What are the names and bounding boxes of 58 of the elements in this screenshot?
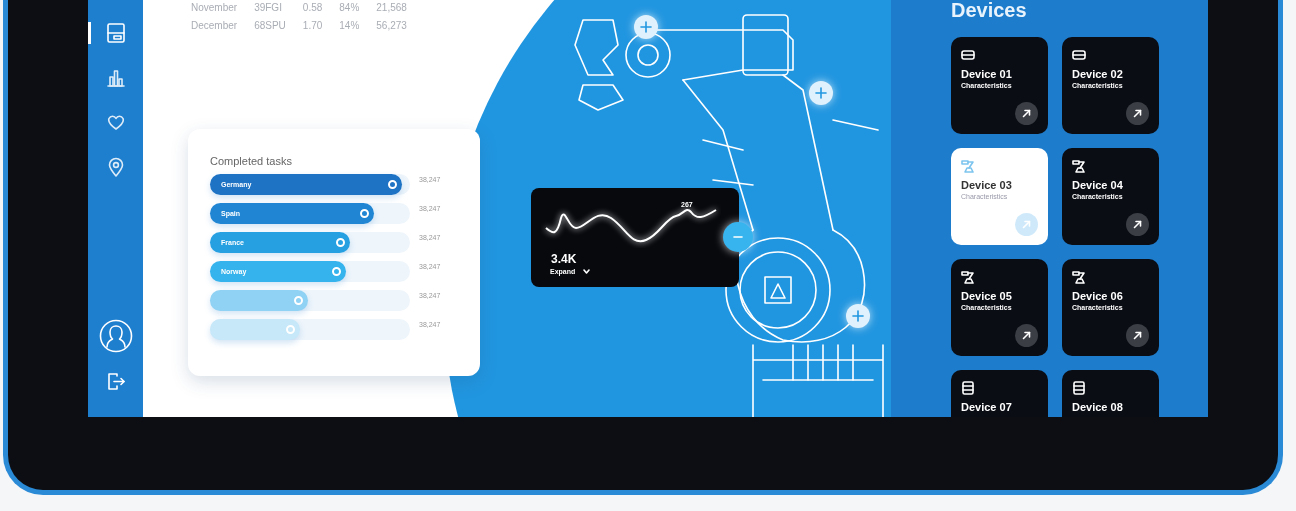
server-icon [961, 381, 975, 395]
device-name: Device 07 [961, 401, 1013, 413]
layout-icon [105, 22, 126, 44]
arrow-icon [1133, 109, 1142, 118]
table-cell-text: 1.70 [301, 19, 324, 33]
panel-title: Devices [951, 0, 1028, 20]
logout-icon [105, 371, 126, 391]
device-name: Device 04 [1072, 179, 1124, 191]
arrow-icon [1133, 331, 1142, 340]
chevron-down-icon [583, 269, 591, 274]
handle-icon[interactable] [294, 296, 303, 305]
arrow-icon [1022, 331, 1031, 340]
device-card[interactable]: Device 07 [951, 370, 1048, 417]
card-title: Completed tasks [210, 155, 293, 167]
table-cell-text: 14% [338, 19, 361, 33]
device-name: Device 02 [1072, 68, 1124, 80]
open-button[interactable] [1015, 102, 1038, 125]
handle-icon[interactable] [332, 267, 341, 276]
device-name: Device 03 [961, 179, 1013, 191]
plus-icon [640, 21, 652, 33]
handle-icon[interactable] [360, 209, 369, 218]
server-icon [1072, 381, 1086, 395]
activity-value: 3.4K [551, 252, 577, 266]
table-cell-text: 84% [338, 1, 361, 15]
device-icon [961, 48, 975, 62]
device-name: Device 05 [961, 290, 1013, 302]
device-card[interactable]: Device 08 [1062, 370, 1159, 417]
robot-arm-icon [961, 159, 975, 173]
open-button[interactable] [1015, 324, 1038, 347]
device-icon [1072, 48, 1086, 62]
avatar-icon [98, 319, 133, 353]
bar-chart-icon [105, 67, 126, 89]
plus-icon [815, 87, 827, 99]
open-button[interactable] [1126, 213, 1149, 236]
handle-icon[interactable] [388, 180, 397, 189]
arrow-icon [1133, 220, 1142, 229]
table-cell-text: November [190, 1, 239, 15]
table-cell-text: 0.58 [301, 1, 324, 15]
open-button[interactable] [1126, 324, 1149, 347]
selection-indicator [88, 22, 91, 44]
plus-icon [852, 310, 864, 322]
table-cell-text: 21,568 [375, 1, 408, 15]
arrow-icon [1022, 109, 1031, 118]
handle-icon[interactable] [286, 325, 295, 334]
open-button[interactable] [1126, 102, 1149, 125]
table-cell-text: 56,273 [375, 19, 408, 33]
robot-arm-icon [1072, 159, 1086, 173]
device-name: Device 08 [1072, 401, 1124, 413]
robot-arm-icon [1072, 270, 1086, 284]
minus-icon [733, 235, 743, 239]
table-cell-text: December [190, 19, 239, 33]
table-cell-text: 39FGI [253, 1, 283, 15]
robot-arm-icon [961, 270, 975, 284]
handle-icon[interactable] [336, 238, 345, 247]
table-cell-text: 68SPU [253, 19, 287, 33]
device-name: Device 06 [1072, 290, 1124, 302]
device-name: Device 01 [961, 68, 1013, 80]
arrow-icon [1022, 220, 1031, 229]
